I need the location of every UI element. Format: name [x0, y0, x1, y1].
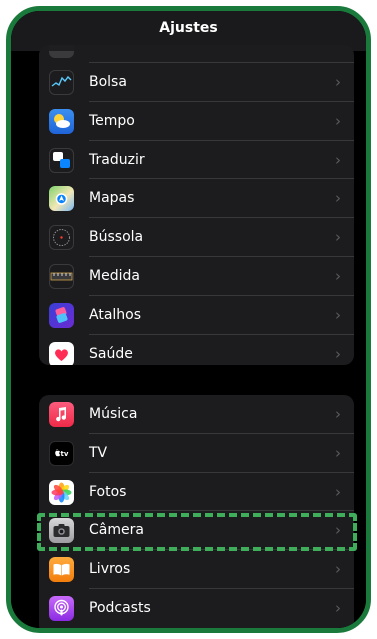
- camera-row-highlight: [37, 513, 357, 551]
- chevron-right-icon: ›: [335, 73, 341, 91]
- row-label: Saúde: [89, 345, 133, 362]
- settings-row-compass[interactable]: Bússola ›: [39, 218, 354, 257]
- settings-row-podcasts[interactable]: Podcasts ›: [39, 589, 354, 628]
- chevron-right-icon: ›: [335, 344, 341, 363]
- settings-row-music[interactable]: Música ›: [39, 395, 354, 434]
- compass-icon: [49, 225, 74, 251]
- translate-icon: [49, 147, 74, 173]
- chevron-right-icon: ›: [335, 305, 341, 324]
- photos-icon: [49, 479, 74, 505]
- chevron-right-icon: ›: [335, 228, 341, 247]
- stocks-icon: [49, 70, 74, 95]
- chevron-right-icon: ›: [335, 189, 341, 208]
- row-label: Fotos: [89, 483, 127, 500]
- chevron-right-icon: ›: [335, 405, 341, 423]
- music-icon: [49, 402, 74, 427]
- health-icon: [49, 341, 74, 365]
- settings-row-health[interactable]: Saúde ›: [39, 335, 354, 365]
- device-frame: Ajustes Bolsa › Tempo › Traduzir › Mapas…: [6, 6, 371, 633]
- row-label: Mapas: [89, 190, 135, 207]
- measure-icon: [49, 263, 74, 289]
- chevron-right-icon: ›: [335, 266, 341, 285]
- chevron-right-icon: ›: [335, 443, 341, 462]
- navigation-bar: Ajustes: [11, 11, 366, 51]
- tv-icon: tv: [49, 440, 74, 466]
- settings-row-photos[interactable]: Fotos ›: [39, 473, 354, 512]
- tv-icon-text: tv: [61, 450, 69, 458]
- row-label: Música: [89, 406, 138, 422]
- chevron-right-icon: ›: [335, 111, 341, 130]
- page-title: Ajustes: [159, 20, 218, 36]
- settings-screen: Ajustes Bolsa › Tempo › Traduzir › Mapas…: [11, 11, 366, 628]
- row-label: Tempo: [89, 112, 135, 129]
- row-label: Livros: [89, 561, 131, 578]
- weather-icon: [49, 108, 74, 134]
- row-label: TV: [89, 444, 108, 461]
- settings-row-shortcuts[interactable]: Atalhos ›: [39, 296, 354, 335]
- row-label: Traduzir: [89, 151, 145, 168]
- settings-group-apps-1: Bolsa › Tempo › Traduzir › Mapas › Bússo…: [39, 45, 354, 365]
- settings-row-books[interactable]: Livros ›: [39, 550, 354, 589]
- settings-row-weather[interactable]: Tempo ›: [39, 102, 354, 141]
- shortcuts-icon: [49, 302, 74, 328]
- settings-row-translate[interactable]: Traduzir ›: [39, 141, 354, 180]
- chevron-right-icon: ›: [335, 482, 341, 501]
- books-icon: [49, 557, 74, 583]
- row-label: Bússola: [89, 229, 144, 246]
- row-label: Podcasts: [89, 599, 151, 616]
- row-label: Bolsa: [89, 74, 127, 90]
- row-label: Medida: [89, 267, 140, 284]
- maps-icon: [49, 186, 74, 212]
- settings-row-maps[interactable]: Mapas ›: [39, 179, 354, 219]
- row-label: Atalhos: [89, 306, 142, 323]
- chevron-right-icon: ›: [335, 150, 341, 169]
- podcasts-icon: [49, 595, 74, 621]
- settings-row-measure[interactable]: Medida ›: [39, 257, 354, 296]
- chevron-right-icon: ›: [335, 598, 341, 617]
- settings-row-stocks[interactable]: Bolsa ›: [39, 63, 354, 102]
- settings-row-tv[interactable]: tv TV ›: [39, 434, 354, 473]
- chevron-right-icon: ›: [335, 560, 341, 579]
